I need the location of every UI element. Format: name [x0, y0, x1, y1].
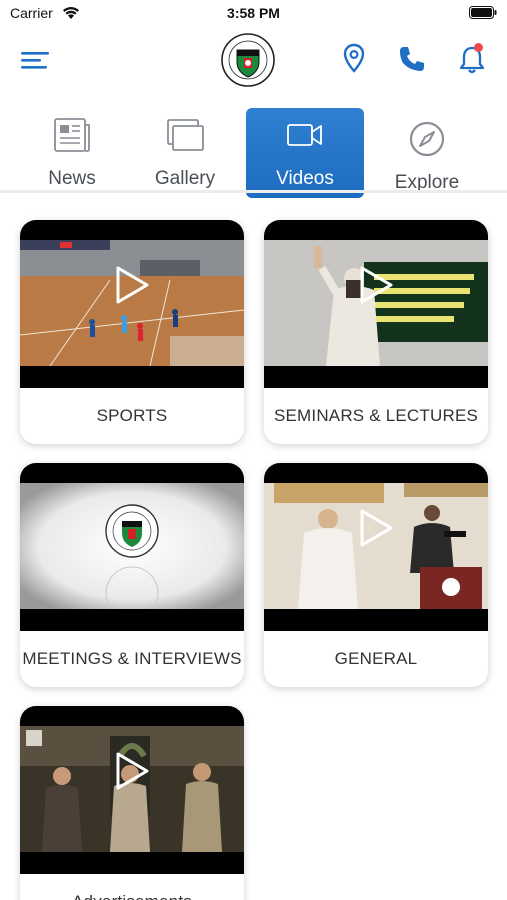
menu-button[interactable]	[18, 46, 52, 74]
status-bar: Carrier 3:58 PM	[0, 0, 507, 26]
play-icon	[116, 266, 149, 304]
tab-videos-label: Videos	[276, 168, 334, 189]
video-thumbnail	[20, 706, 244, 874]
video-card-general[interactable]: GENERAL	[264, 463, 488, 687]
clock: 3:58 PM	[227, 5, 280, 21]
video-thumbnail	[264, 220, 488, 388]
hamburger-menu-icon	[21, 52, 49, 69]
tab-explore[interactable]: Explore	[368, 112, 486, 202]
newspaper-icon	[54, 118, 90, 152]
video-card-label: SEMINARS & LECTURES	[273, 406, 479, 425]
compass-icon	[409, 121, 445, 157]
video-card-sports[interactable]: SPORTS	[20, 220, 244, 444]
tab-news[interactable]: News	[13, 108, 131, 198]
tab-videos[interactable]: Videos	[246, 108, 364, 198]
video-card-label: MEETINGS & INTERVIEWS	[22, 649, 242, 668]
battery-icon	[469, 6, 497, 19]
location-pin-icon	[343, 43, 365, 73]
video-camera-icon	[287, 124, 322, 146]
tab-gallery-label: Gallery	[154, 168, 216, 189]
video-thumbnail	[20, 463, 244, 631]
video-card-label: GENERAL	[334, 649, 418, 668]
tabs-divider	[0, 190, 507, 193]
video-card-meetings-interviews[interactable]: MEETINGS & INTERVIEWS	[20, 463, 244, 687]
club-logo	[220, 28, 276, 92]
bell-icon	[459, 43, 485, 74]
phone-button[interactable]	[397, 44, 427, 74]
video-card-label: SPORTS	[96, 406, 168, 425]
location-button[interactable]	[340, 42, 368, 76]
tab-news-label: News	[48, 168, 96, 189]
play-icon	[116, 752, 149, 790]
play-icon	[360, 266, 393, 304]
notification-dot	[474, 43, 483, 52]
phone-icon	[400, 47, 424, 71]
notifications-button[interactable]	[457, 42, 487, 76]
video-thumbnail	[264, 463, 488, 631]
video-card-advertisements[interactable]: Advertisements	[20, 706, 244, 900]
gallery-icon	[167, 119, 204, 151]
app-header	[0, 26, 507, 100]
video-thumbnail	[20, 220, 244, 388]
tab-gallery[interactable]: Gallery	[126, 108, 244, 198]
video-card-seminars-lectures[interactable]: SEMINARS & LECTURES	[264, 220, 488, 444]
video-card-label: Advertisements	[20, 874, 244, 900]
play-icon	[360, 509, 393, 547]
section-tabs: News Gallery Videos Explore	[0, 106, 507, 198]
